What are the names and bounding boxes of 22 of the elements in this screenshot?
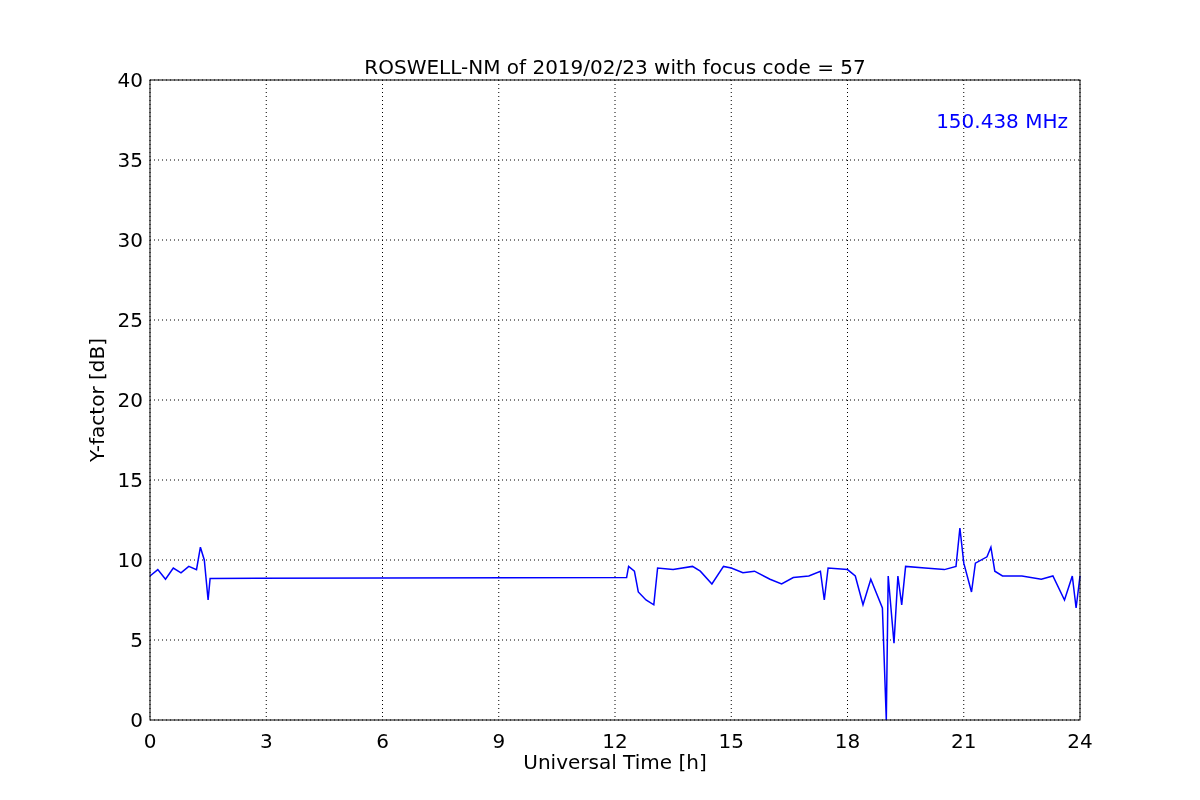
x-tick-label: 24 [1067,729,1093,753]
x-tick-label: 18 [834,729,861,753]
x-tick-label: 3 [259,729,273,753]
y-tick-label: 30 [117,228,143,252]
y-axis-label: Y-factor [dB] [85,338,109,462]
x-tick-label: 0 [143,729,157,753]
y-tick-label: 35 [117,148,143,172]
x-tick-label: 6 [376,729,389,753]
y-tick-label: 15 [117,468,143,492]
y-tick-label: 25 [117,308,143,332]
y-tick-label: 5 [130,628,143,652]
frequency-label: 150.438 MHz [936,109,1068,133]
x-tick-label: 21 [951,729,977,753]
x-tick-label: 9 [492,729,506,753]
x-tick-label: 15 [718,729,744,753]
y-tick-label: 0 [130,708,143,732]
y-tick-label: 20 [117,388,143,412]
y-tick-label: 10 [117,548,143,572]
y-tick-label: 40 [117,68,143,92]
x-axis-label: Universal Time [h] [523,750,707,774]
x-tick-label: 12 [602,729,628,753]
chart-title: ROSWELL-NM of 2019/02/23 with focus code = 57 [364,55,866,79]
